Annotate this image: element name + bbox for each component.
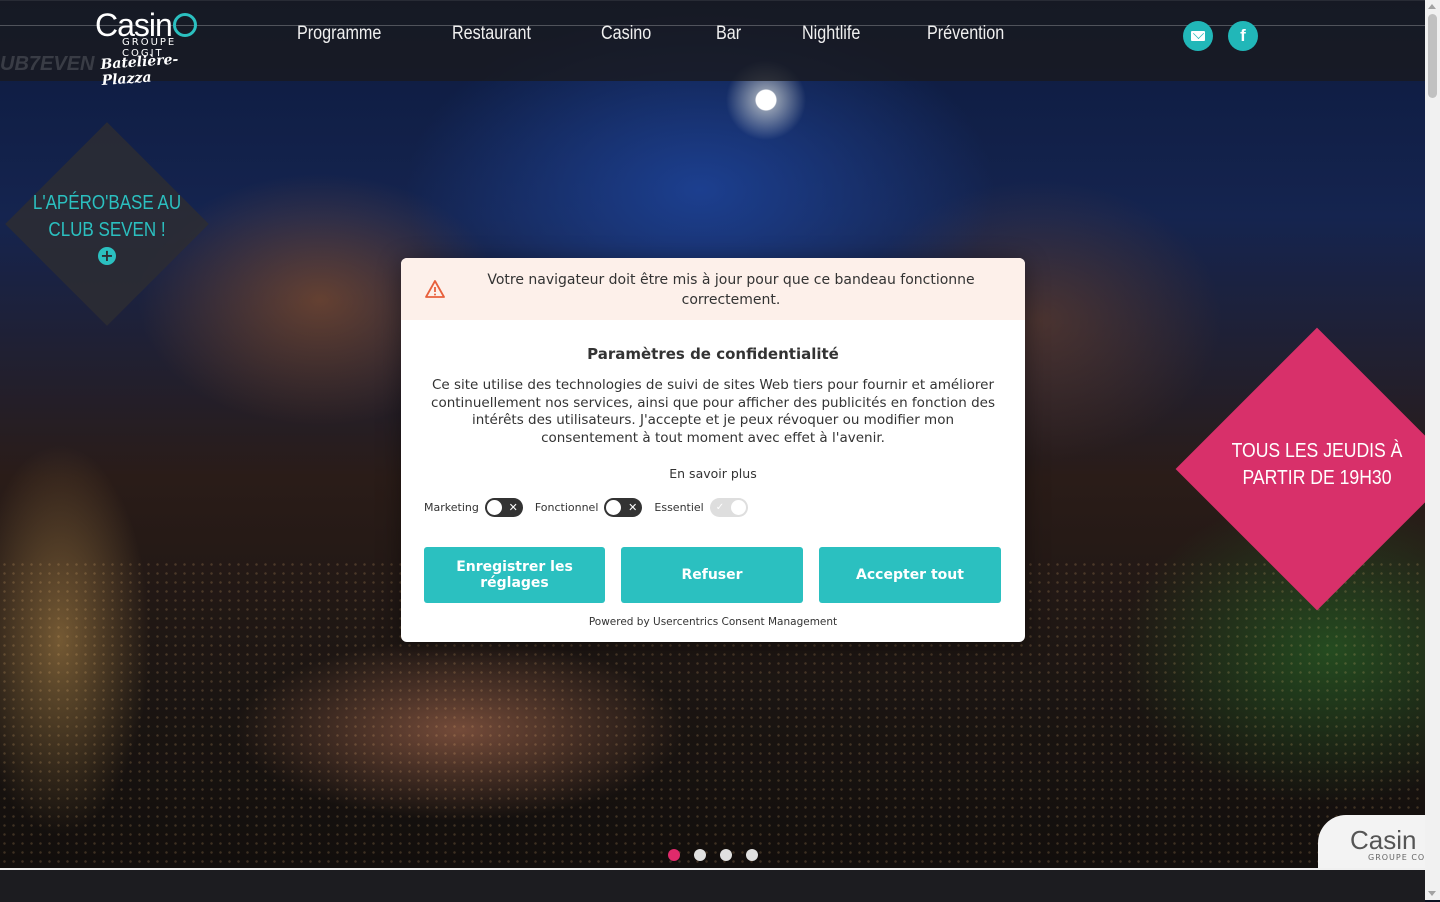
toggle-knob [606, 500, 622, 515]
close-icon: ✕ [628, 501, 638, 514]
marketing-toggle[interactable]: ✕ [484, 498, 523, 517]
slider-pagination [668, 849, 772, 861]
top-navigation-bar: UB7EVEN Casin GROUPE COGIT Batelière-Pla… [0, 0, 1425, 89]
promo-apero-base[interactable]: L'APÉRO'BASE AU CLUB SEVEN ! + [5, 122, 209, 326]
functional-toggle[interactable]: ✕ [604, 498, 643, 517]
consent-toggles: Marketing ✕ Fonctionnel ✕ Essentiel ✓ [424, 498, 760, 517]
promo-apero-line1: L'APÉRO'BASE AU [32, 192, 182, 214]
promo-thursdays-line2: PARTIR DE 19H30 [1242, 467, 1392, 489]
nav-prevention[interactable]: Prévention [927, 23, 1004, 45]
save-settings-button[interactable]: Enregistrer les réglages [424, 547, 605, 603]
page-scrollbar[interactable] [1425, 0, 1440, 900]
nav-casino[interactable]: Casino [601, 23, 651, 45]
consent-title: Paramètres de confidentialité [587, 345, 839, 363]
toggle-knob [486, 500, 502, 515]
scroll-up-arrow-icon[interactable] [1428, 4, 1436, 9]
browser-warning-text: Votre navigateur doit être mis à jour po… [487, 272, 975, 308]
nav-programme[interactable]: Programme [297, 23, 381, 45]
slider-dot-2[interactable] [694, 849, 706, 861]
scroll-down-arrow-icon[interactable] [1428, 891, 1436, 896]
check-icon: ✓ [715, 502, 725, 513]
toggle-label-fonctionnel: Fonctionnel [534, 501, 599, 514]
mail-button[interactable] [1183, 21, 1213, 51]
browser-warning-banner: Votre navigateur doit être mis à jour po… [401, 258, 1025, 320]
promo-thursdays-line1: TOUS LES JEUDIS À [1231, 440, 1403, 462]
corner-logo-badge: Casin GROUPE CO [1318, 815, 1440, 871]
powered-by-text[interactable]: Powered by Usercentrics Consent Manageme… [401, 616, 1025, 628]
consent-dialog: Votre navigateur doit être mis à jour po… [401, 258, 1025, 642]
toggle-knob [730, 500, 746, 515]
scrollbar-thumb[interactable] [1428, 14, 1437, 98]
envelope-icon [1191, 31, 1205, 41]
nav-nightlife[interactable]: Nightlife [802, 23, 860, 45]
promo-apero-text: L'APÉRO'BASE AU CLUB SEVEN ! [22, 190, 192, 244]
toggle-label-marketing: Marketing [424, 501, 479, 514]
slider-dot-4[interactable] [746, 849, 758, 861]
nav-bar[interactable]: Bar [716, 23, 741, 45]
corner-logo-sub: GROUPE CO [1368, 853, 1426, 862]
close-icon: ✕ [508, 501, 518, 514]
promo-thursdays-text: TOUS LES JEUDIS À PARTIR DE 19H30 [1193, 438, 1440, 492]
corner-logo-brand: Casin [1350, 825, 1417, 855]
facebook-button[interactable]: f [1228, 21, 1258, 51]
toggle-label-essentiel: Essentiel [654, 501, 704, 514]
promo-apero-line2: CLUB SEVEN ! [48, 219, 166, 241]
warning-triangle-icon [425, 280, 445, 298]
facebook-icon: f [1240, 26, 1246, 45]
learn-more-link[interactable]: En savoir plus [401, 466, 1025, 481]
refuse-button[interactable]: Refuser [621, 547, 803, 603]
slider-dot-3[interactable] [720, 849, 732, 861]
main-nav: Programme Restaurant Casino Bar Nightlif… [297, 23, 1073, 45]
nav-restaurant[interactable]: Restaurant [452, 23, 531, 45]
accept-all-button[interactable]: Accepter tout [819, 547, 1001, 603]
club-seven-ghost-logo: UB7EVEN [0, 53, 95, 75]
slider-dot-1[interactable] [668, 849, 680, 861]
logo-o-icon [172, 13, 197, 37]
essential-toggle: ✓ [709, 498, 748, 517]
site-logo[interactable]: Casin GROUPE COGIT Batelière-Plazza [95, 7, 215, 89]
promo-thursdays: TOUS LES JEUDIS À PARTIR DE 19H30 [1175, 327, 1440, 611]
plus-circle-icon[interactable]: + [98, 247, 116, 265]
content-strip [0, 868, 1425, 902]
consent-description: Ce site utilise des technologies de suiv… [431, 377, 995, 446]
